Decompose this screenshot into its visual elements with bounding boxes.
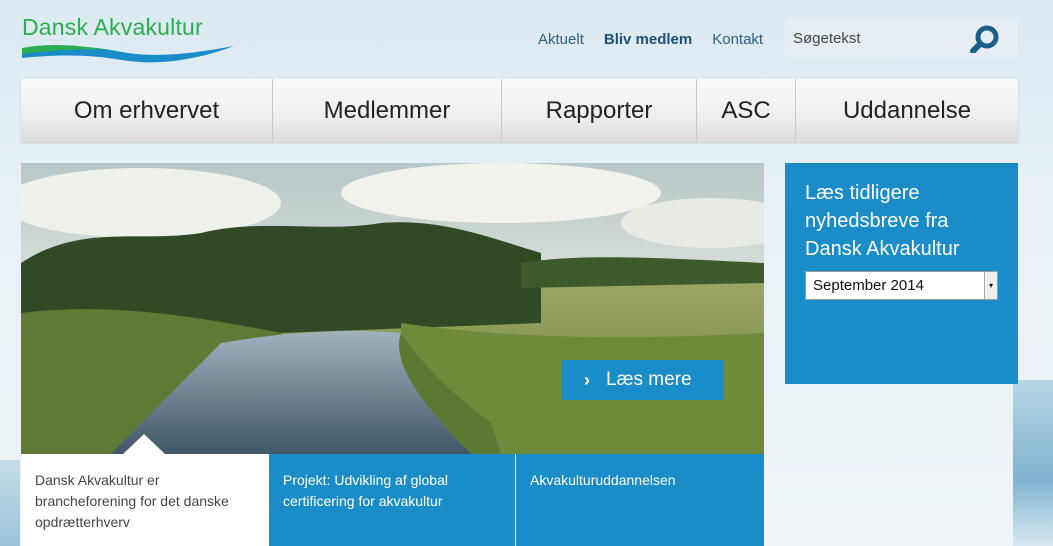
mainnav-asc[interactable]: ASC	[697, 79, 796, 142]
search-input[interactable]	[785, 19, 965, 58]
search-icon	[970, 25, 999, 54]
top-nav: Aktuelt Bliv medlem Kontakt	[538, 31, 763, 48]
newsletter-select-value: September 2014	[813, 277, 924, 294]
mainnav-om-erhvervet[interactable]: Om erhvervet	[21, 79, 273, 142]
newsletter-heading: Læs tidligere nyhedsbreve fra Dansk Akva…	[805, 182, 960, 260]
hero-landscape-illustration	[21, 163, 764, 454]
tile-project-text: Projekt: Udvikling af global certificeri…	[283, 472, 448, 509]
tile-notch	[123, 434, 165, 454]
main-nav: Om erhvervet Medlemmer Rapporter ASC Udd…	[21, 79, 1018, 142]
select-arrow-icon: ▾	[984, 272, 997, 299]
mainnav-uddannelse[interactable]: Uddannelse	[796, 79, 1018, 142]
mainnav-medlemmer[interactable]: Medlemmer	[273, 79, 502, 142]
hero-image[interactable]	[21, 163, 764, 454]
tile-about-text: Dansk Akvakultur er brancheforening for …	[35, 472, 229, 530]
newsletter-select[interactable]: September 2014 ▾	[805, 271, 998, 300]
tile-education[interactable]: Akvakulturuddannelsen	[515, 454, 764, 546]
chevron-right-icon: ›	[584, 369, 590, 390]
newsletter-panel: Læs tidligere nyhedsbreve fra Dansk Akva…	[785, 163, 1018, 384]
logo-wave	[22, 44, 234, 63]
background-water-right	[1013, 380, 1053, 546]
tile-project[interactable]: Projekt: Udvikling af global certificeri…	[268, 454, 515, 546]
topnav-aktuelt[interactable]: Aktuelt	[538, 31, 584, 48]
logo[interactable]: Dansk Akvakultur	[22, 14, 237, 64]
read-more-label: Læs mere	[606, 369, 692, 390]
background-water-left	[0, 460, 20, 546]
topnav-kontakt[interactable]: Kontakt	[712, 31, 763, 48]
mainnav-rapporter[interactable]: Rapporter	[502, 79, 697, 142]
search-button[interactable]	[970, 25, 1002, 54]
search-box	[785, 19, 1018, 58]
topnav-bliv-medlem[interactable]: Bliv medlem	[604, 31, 692, 48]
read-more-button[interactable]: › Læs mere	[562, 360, 724, 400]
logo-text: Dansk Akvakultur	[22, 14, 203, 40]
tile-about[interactable]: Dansk Akvakultur er brancheforening for …	[21, 454, 268, 546]
tile-education-text: Akvakulturuddannelsen	[530, 472, 676, 488]
